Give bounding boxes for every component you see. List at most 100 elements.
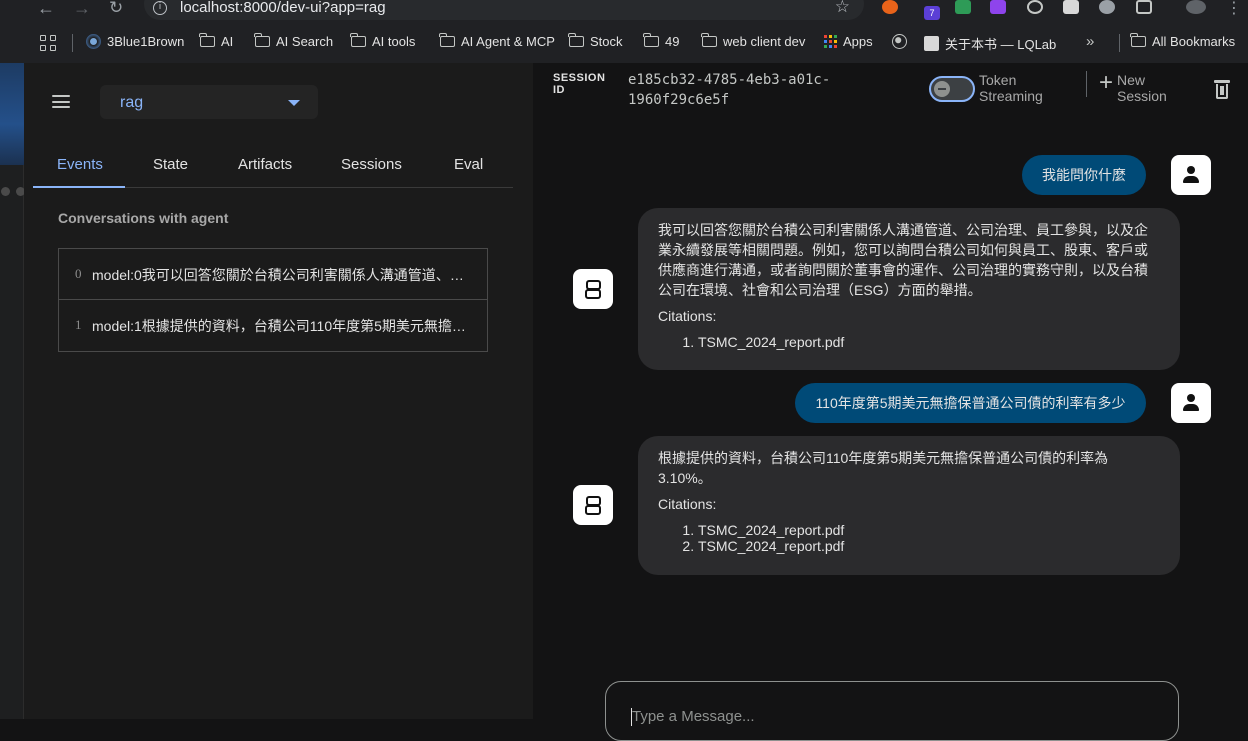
user-message-bubble: 我能問你什麼: [1022, 155, 1146, 195]
robot-icon: [585, 280, 601, 299]
citation-item[interactable]: TSMC_2024_report.pdf: [698, 538, 1160, 554]
session-id-label: SESSION ID: [553, 72, 606, 96]
event-row[interactable]: 0 model:0我可以回答您關於台積公司利害關係人溝通管道、公司治理、員工參與…: [59, 249, 487, 300]
bot-message-bubble: 根據提供的資料，台積公司110年度第5期美元無擔保普通公司債的利率為3.10%。…: [638, 436, 1180, 575]
message-input[interactable]: [632, 708, 1132, 725]
react-devtools-icon[interactable]: [1027, 0, 1043, 14]
site-info-icon[interactable]: i: [153, 1, 167, 15]
event-text: model:1根據提供的資料，台積公司110年度第5期美元無擔保普通公司債的利率…: [92, 318, 477, 334]
url-text[interactable]: localhost:8000/dev-ui?app=rag: [180, 0, 386, 16]
session-id-value: e185cb32-4785-4eb3-a01c-1960f29c6e5f: [628, 72, 831, 108]
globe-icon: [892, 34, 907, 49]
user-icon: [1183, 394, 1199, 412]
tab-sessions[interactable]: Sessions: [341, 156, 402, 173]
menu-icon[interactable]: [52, 95, 70, 108]
app-select-value: rag: [120, 94, 144, 111]
user-avatar: [1171, 383, 1211, 423]
back-arrow-icon[interactable]: ←: [37, 0, 55, 19]
app-select[interactable]: rag: [100, 85, 318, 119]
extension-7-icon[interactable]: [1099, 0, 1115, 14]
reload-icon[interactable]: ↻: [109, 0, 123, 18]
bookmark-ai-tools[interactable]: AI tools: [350, 33, 415, 49]
panel-tabs: Events State Artifacts Sessions Eval: [33, 146, 513, 188]
extension-4-icon[interactable]: [990, 0, 1006, 14]
message-composer[interactable]: [605, 681, 1179, 741]
citations-list: TSMC_2024_report.pdf TSMC_2024_report.pd…: [658, 522, 1160, 554]
bot-message-text: 根據提供的資料，台積公司110年度第5期美元無擔保普通公司債的利率為3.10%。: [658, 450, 1109, 486]
profile-avatar-icon[interactable]: [1186, 0, 1206, 14]
bookmarks-overflow-button[interactable]: »: [1086, 33, 1094, 50]
bookmark-star-icon[interactable]: ☆: [835, 0, 850, 17]
dropdown-caret-icon: [288, 100, 300, 106]
bookmarks-divider: [1119, 34, 1120, 52]
bookmarks-bar: [0, 20, 1248, 63]
citations-list: TSMC_2024_report.pdf: [658, 334, 1160, 350]
new-session-label: New Session: [1117, 72, 1167, 104]
bookmark-lqlab[interactable]: 关于本书 — LQLab: [924, 34, 1056, 53]
tab-artifacts[interactable]: Artifacts: [238, 156, 292, 173]
header-divider: [1086, 71, 1087, 97]
side-panel: rag Events State Artifacts Sessions Eval…: [24, 63, 533, 719]
extension-6-icon[interactable]: [1063, 0, 1079, 14]
extension-1-icon[interactable]: [882, 0, 898, 14]
channel-logo-icon: [86, 34, 101, 49]
bookmark-ai[interactable]: AI: [199, 33, 233, 49]
tab-eval[interactable]: Eval: [454, 156, 483, 173]
event-row[interactable]: 1 model:1根據提供的資料，台積公司110年度第5期美元無擔保普通公司債的…: [59, 300, 487, 351]
plus-icon: +: [1099, 69, 1114, 96]
citations-heading: Citations:: [658, 496, 717, 512]
folder-icon: [568, 33, 584, 47]
bookmark-globe[interactable]: [892, 34, 907, 49]
wallpaper-edge: [0, 63, 24, 165]
citation-item[interactable]: TSMC_2024_report.pdf: [698, 522, 1160, 538]
browser-toolbar: ← → ↻ i localhost:8000/dev-ui?app=rag ☆ …: [0, 0, 1248, 20]
bookmark-apps[interactable]: Apps: [824, 34, 873, 49]
active-tab-indicator: [33, 186, 125, 188]
bookmarks-divider: [72, 34, 73, 52]
desktop-edge: [0, 63, 25, 719]
folder-icon: [643, 33, 659, 47]
folder-icon: [199, 33, 215, 47]
toggle-knob: [934, 81, 950, 97]
bookmark-ai-search[interactable]: AI Search: [254, 33, 333, 49]
forward-arrow-icon[interactable]: →: [73, 0, 91, 19]
folder-icon: [350, 33, 366, 47]
browser-menu-icon[interactable]: ⋮: [1226, 0, 1242, 18]
token-streaming-label: Token Streaming: [979, 72, 1043, 104]
address-bar[interactable]: i localhost:8000/dev-ui?app=rag ☆: [144, 0, 864, 20]
event-index: 0: [75, 266, 82, 281]
bot-avatar: [573, 485, 613, 525]
bookmark-web-client-dev[interactable]: web client dev: [701, 33, 805, 49]
folder-icon: [439, 33, 455, 47]
all-bookmarks-button[interactable]: All Bookmarks: [1130, 33, 1235, 49]
apps-grid-icon: [824, 35, 837, 48]
robot-icon: [585, 496, 601, 515]
user-icon: [1183, 166, 1199, 184]
bookmark-49[interactable]: 49: [643, 33, 679, 49]
window-control-dot: [1, 187, 10, 196]
folder-icon: [1130, 33, 1146, 47]
bookmark-stock[interactable]: Stock: [568, 33, 623, 49]
event-index: 1: [75, 317, 82, 332]
user-avatar: [1171, 155, 1211, 195]
conversations-title: Conversations with agent: [58, 210, 229, 226]
bot-message-bubble: 我可以回答您關於台積公司利害關係人溝通管道、公司治理、員工參與，以及企業永續發展…: [638, 208, 1180, 370]
citation-item[interactable]: TSMC_2024_report.pdf: [698, 334, 1160, 350]
delete-session-icon[interactable]: [1214, 80, 1230, 99]
event-list: 0 model:0我可以回答您關於台積公司利害關係人溝通管道、公司治理、員工參與…: [58, 248, 488, 352]
event-text: model:0我可以回答您關於台積公司利害關係人溝通管道、公司治理、員工參與，以…: [92, 267, 477, 283]
tab-grid-icon[interactable]: [40, 35, 56, 51]
new-session-button[interactable]: + New Session: [1099, 69, 1167, 105]
bookmark-ai-agent-mcp[interactable]: AI Agent & MCP: [439, 33, 555, 49]
bot-message-text: 我可以回答您關於台積公司利害關係人溝通管道、公司治理、員工參與，以及企業永續發展…: [658, 222, 1148, 298]
token-streaming-toggle[interactable]: [929, 76, 975, 102]
extensions-puzzle-icon[interactable]: [1136, 0, 1152, 14]
folder-icon: [701, 33, 717, 47]
folder-icon: [254, 33, 270, 47]
bot-avatar: [573, 269, 613, 309]
tab-state[interactable]: State: [153, 156, 188, 173]
bookmark-3blue1brown[interactable]: 3Blue1Brown: [86, 34, 184, 49]
tab-events[interactable]: Events: [57, 156, 103, 173]
extension-3-icon[interactable]: [955, 0, 971, 14]
extension-badge[interactable]: 7: [924, 6, 940, 20]
